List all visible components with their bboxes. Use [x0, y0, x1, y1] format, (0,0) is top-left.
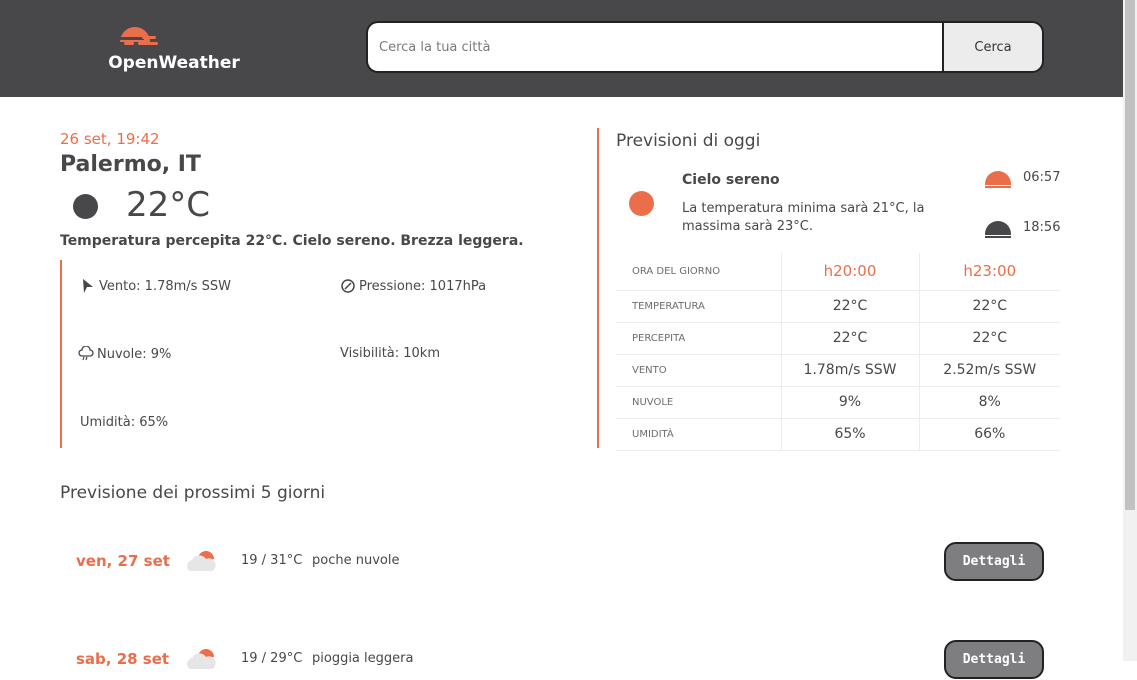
row-label: TEMPERATURA — [616, 290, 782, 323]
logo-text: OpenWeather — [108, 53, 240, 73]
sunset-horizon — [985, 236, 1011, 238]
forecast-desc: pioggia leggera — [312, 651, 414, 666]
city-name: Palermo, IT — [60, 152, 201, 177]
table-row: PERCEPITA 22°C 22°C — [616, 322, 1060, 355]
clouds-detail: Nuvole: 9% — [78, 346, 171, 362]
section-divider — [597, 128, 599, 448]
five-day-forecast-title: Previsione dei prossimi 5 giorni — [60, 483, 326, 503]
humidity-detail: Umidità: 65% — [80, 415, 168, 430]
humidity-value: Umidità: 65% — [80, 415, 169, 430]
openweather-logo[interactable]: OpenWeather — [108, 18, 240, 78]
forecast-desc: poche nuvole — [312, 553, 400, 568]
forecast-temp: 19 / 29°C — [241, 651, 303, 666]
row-label: NUVOLE — [616, 386, 782, 419]
weather-description: Temperatura percepita 22°C. Cielo sereno… — [60, 233, 524, 249]
forecast-date: ven, 27 set — [76, 552, 170, 570]
weather-details-panel: Vento: 1.78m/s SSW Pressione: 1017hPa Nu… — [60, 260, 540, 448]
page-scrollbar[interactable] — [1123, 0, 1137, 661]
table-cell: 65% — [781, 418, 920, 451]
scrollbar-thumb[interactable] — [1125, 0, 1135, 510]
sunrise-time: 06:57 — [1023, 170, 1061, 185]
sunrise-icon — [985, 171, 1011, 185]
pressure-detail: Pressione: 1017hPa — [340, 278, 486, 294]
wind-direction-icon — [83, 279, 93, 293]
forecast-day-row: ven, 27 set 19 / 31°C poche nuvole Detta… — [60, 542, 1045, 582]
row-label: UMIDITÀ — [616, 418, 782, 451]
pressure-gauge-icon — [341, 279, 355, 293]
details-button[interactable]: Dettagli — [944, 640, 1044, 679]
table-row: TEMPERATURA 22°C 22°C — [616, 290, 1060, 323]
table-cell: 22°C — [781, 322, 920, 355]
clear-sky-icon — [629, 191, 654, 216]
table-cell: 8% — [919, 386, 1060, 419]
wind-detail: Vento: 1.78m/s SSW — [80, 278, 231, 294]
wind-value: Vento: 1.78m/s SSW — [99, 278, 231, 294]
table-cell: 22°C — [919, 322, 1060, 355]
table-row: NUVOLE 9% 8% — [616, 386, 1060, 419]
table-cell: 9% — [781, 386, 920, 419]
current-date: 26 set, 19:42 — [60, 130, 160, 148]
forecast-day-row: sab, 28 set 19 / 29°C pioggia leggera De… — [60, 640, 1045, 680]
hour-header: h23:00 — [919, 253, 1060, 291]
table-row: VENTO 1.78m/s SSW 2.52m/s SSW — [616, 354, 1060, 387]
row-label: PERCEPITA — [616, 322, 782, 355]
pressure-value: Pressione: 1017hPa — [359, 278, 487, 294]
sun-cloud-logo-icon — [118, 27, 158, 45]
today-min-max-text: La temperatura minima sarà 21°C, la mass… — [682, 201, 925, 234]
current-temperature: 22°C — [126, 185, 211, 225]
search-button[interactable]: Cerca — [942, 21, 1044, 73]
today-forecast-title: Previsioni di oggi — [616, 131, 761, 151]
city-search-input[interactable] — [366, 21, 946, 73]
clouds-value: Nuvole: 9% — [97, 346, 172, 362]
row-label: ORA DEL GIORNO — [616, 253, 782, 291]
table-row: ORA DEL GIORNO h20:00 h23:00 — [616, 253, 1060, 291]
cloud-rain-icon — [78, 346, 94, 361]
forecast-temp: 19 / 31°C — [241, 553, 303, 568]
table-cell: 2.52m/s SSW — [919, 354, 1060, 387]
table-cell: 22°C — [781, 290, 920, 323]
table-cell: 22°C — [919, 290, 1060, 323]
sunrise-horizon — [985, 186, 1011, 188]
today-summary: Cielo sereno — [682, 172, 780, 188]
visibility-value: Visibilità: 10km — [340, 346, 441, 361]
table-cell: 1.78m/s SSW — [781, 354, 920, 387]
details-button[interactable]: Dettagli — [944, 542, 1044, 581]
table-cell: 66% — [919, 418, 1060, 451]
row-label: VENTO — [616, 354, 782, 387]
few-clouds-icon — [187, 551, 216, 571]
sunset-time: 18:56 — [1023, 220, 1061, 235]
top-header: OpenWeather Cerca — [0, 0, 1123, 97]
table-row: UMIDITÀ 65% 66% — [616, 418, 1060, 451]
hour-header: h20:00 — [781, 253, 920, 291]
sunset-icon — [985, 221, 1011, 235]
forecast-date: sab, 28 set — [76, 650, 170, 668]
light-rain-icon — [187, 649, 216, 669]
hourly-forecast-table: ORA DEL GIORNO h20:00 h23:00 TEMPERATURA… — [616, 253, 1060, 451]
visibility-detail: Visibilità: 10km — [340, 346, 440, 361]
clear-sky-icon — [73, 194, 98, 219]
